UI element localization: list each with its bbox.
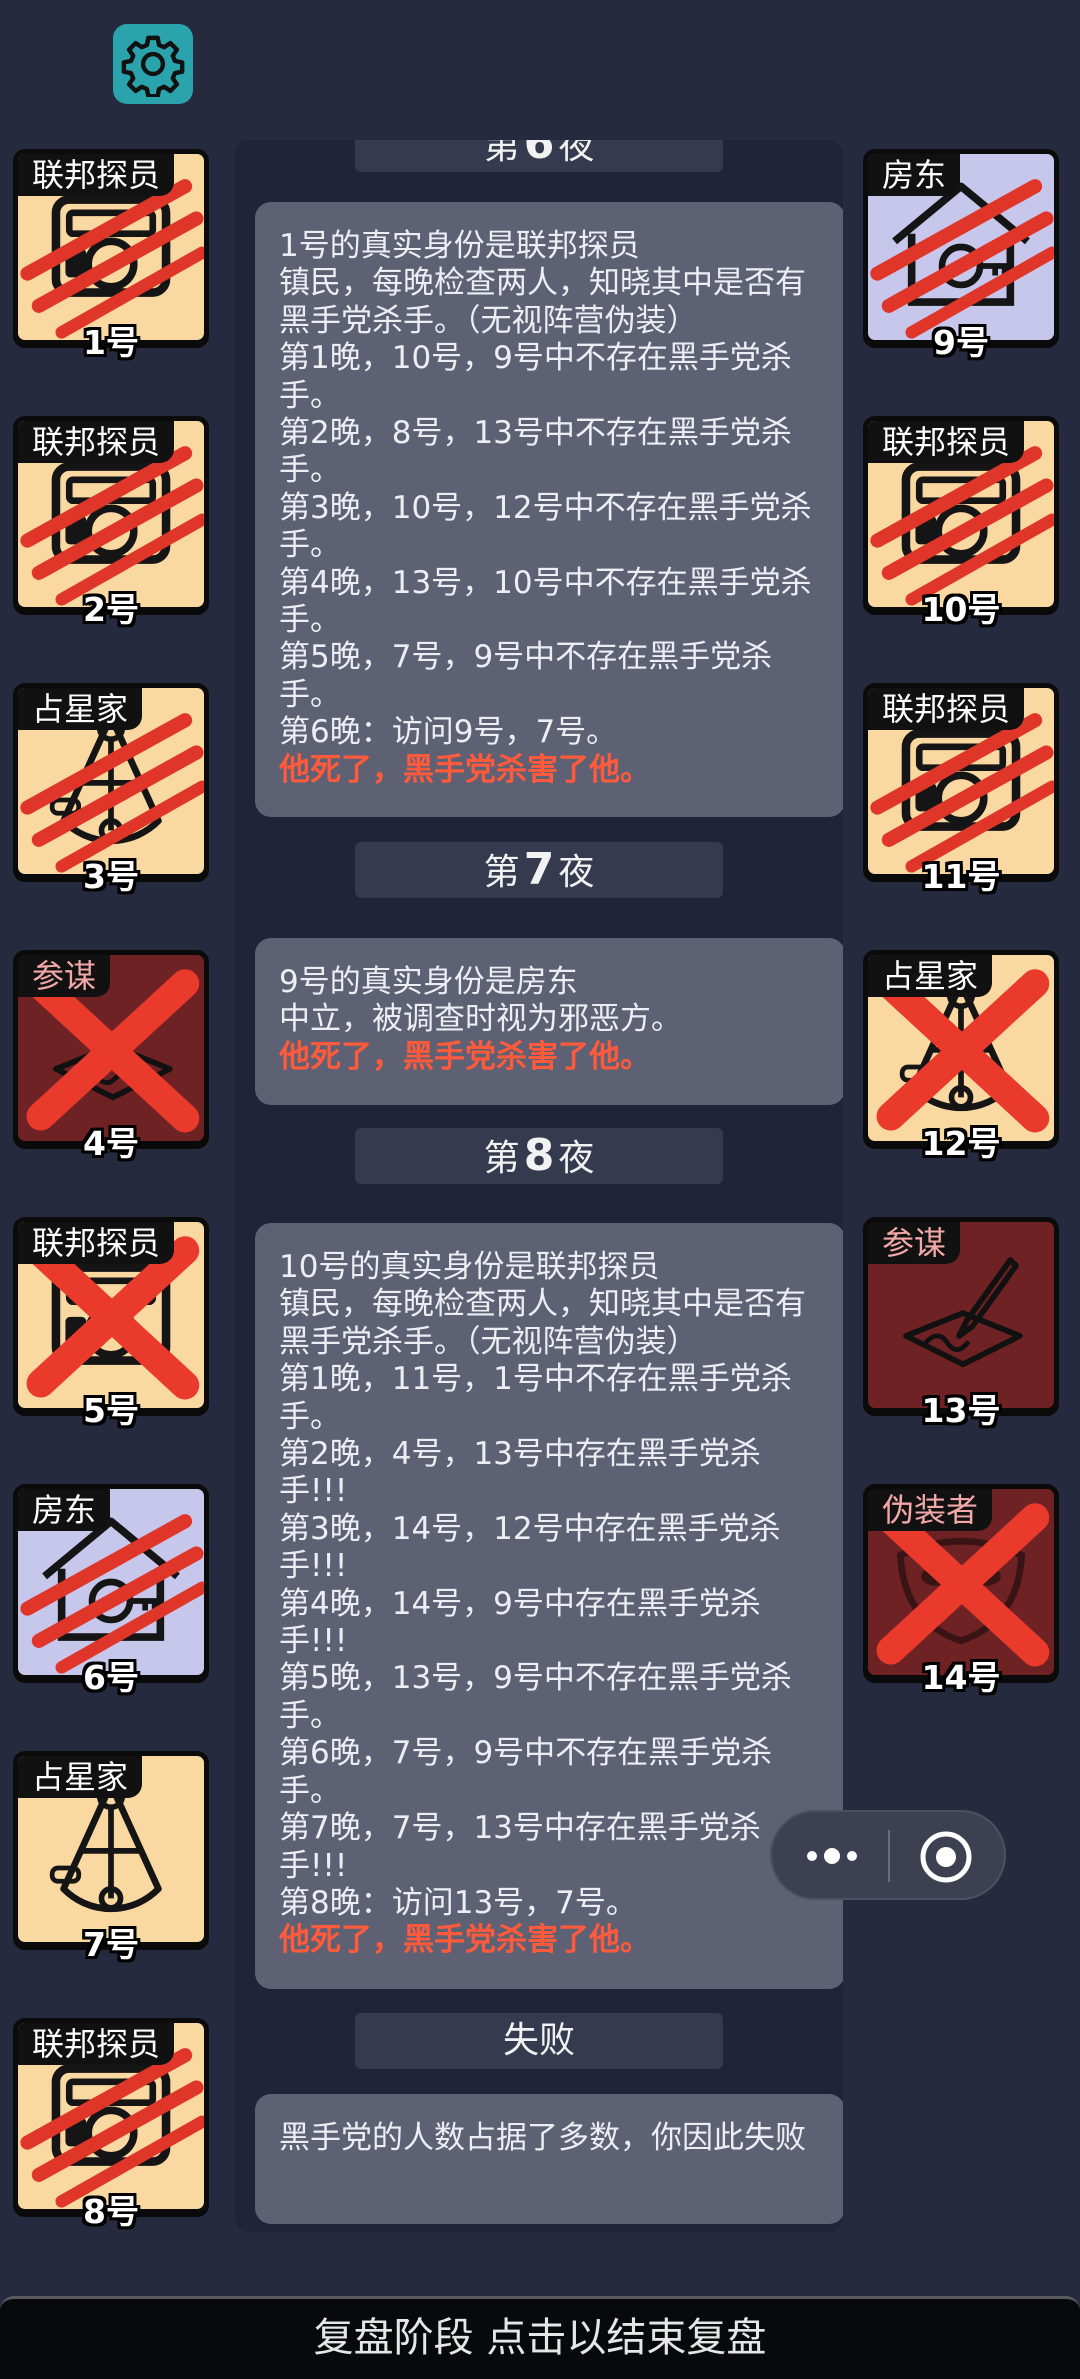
- player-number: 2号: [83, 590, 139, 629]
- log-line: 10号的真实身份是联邦探员: [279, 1249, 660, 1285]
- player-number: 8号: [83, 2192, 139, 2231]
- log-line: 第5晚，7号，9号中不存在黑手党杀手。: [279, 639, 773, 713]
- role-label: 联邦探员: [868, 421, 1025, 463]
- miniapp-capsule: [770, 1810, 1006, 1900]
- player-card-9号[interactable]: 房东 9号: [853, 144, 1059, 362]
- end-review-label: 复盘阶段 点击以结束复盘: [313, 2315, 767, 2361]
- player-card-2号[interactable]: 联邦探员 2号: [3, 411, 209, 629]
- player-number: 9号: [933, 323, 989, 362]
- role-label: 联邦探员: [868, 688, 1025, 730]
- log-line: 1号的真实身份是联邦探员: [279, 228, 640, 264]
- log-line: 第7晚，7号，13号中存在黑手党杀手!!!: [279, 1810, 761, 1884]
- log-line: 第6晚，7号，9号中不存在黑手党杀手。: [279, 1735, 773, 1809]
- role-label: 参谋: [18, 955, 111, 997]
- player-card-1号[interactable]: 联邦探员 1号: [3, 144, 209, 362]
- result-box: 黑手党的人数占据了多数，你因此失败: [255, 2094, 843, 2224]
- player-number: 10号: [921, 590, 1001, 629]
- end-review-button[interactable]: 复盘阶段 点击以结束复盘: [0, 2296, 1080, 2379]
- player-number: 12号: [921, 1124, 1001, 1163]
- log-line: 镇民，每晚检查两人，知晓其中是否有黑手党杀手。（无视阵营伪装）: [279, 265, 806, 339]
- player-card-8号[interactable]: 联邦探员 8号: [3, 2013, 209, 2231]
- night-7-header: 第7 夜: [355, 842, 723, 898]
- target-close-icon[interactable]: [918, 1829, 974, 1885]
- log-line: 第4晚，14号，9号中存在黑手党杀手!!!: [279, 1585, 761, 1660]
- result-header: 失败: [355, 2013, 723, 2069]
- role-label: 联邦探员: [18, 2023, 175, 2065]
- gear-icon: [121, 35, 185, 97]
- player-number: 6号: [83, 1658, 139, 1697]
- player-card-11号[interactable]: 联邦探员 11号: [853, 678, 1059, 896]
- player-card-10号[interactable]: 联邦探员 10号: [853, 411, 1059, 629]
- log-lines: 10号的真实身份是联邦探员 镇民，每晚检查两人，知晓其中是否有黑手党杀手。（无视阵…: [279, 1249, 825, 1922]
- player-card-4号[interactable]: 参谋 4号: [3, 945, 209, 1163]
- player-card-7号[interactable]: 占星家 7号: [3, 1746, 209, 1964]
- more-dots-icon[interactable]: [792, 1832, 872, 1880]
- log-line: 中立，被调查时视为邪恶方。: [279, 1001, 682, 1038]
- death-text: 他死了，黑手党杀害了他。: [279, 751, 651, 788]
- log-line: 第1晚，11号，1号中不存在黑手党杀手。: [279, 1361, 792, 1435]
- player-card-5号[interactable]: 联邦探员 5号: [3, 1212, 209, 1430]
- player-number: 1号: [83, 323, 139, 362]
- capsule-divider: [888, 1830, 890, 1882]
- night-6-header: 第6 夜: [355, 140, 723, 172]
- log-lines: 9号的真实身份是房东 中立，被调查时视为邪恶方。: [279, 964, 825, 1039]
- log-entry-night-8: 10号的真实身份是联邦探员 镇民，每晚检查两人，知晓其中是否有黑手党杀手。（无视阵…: [255, 1223, 843, 1989]
- review-log-panel[interactable]: 第6 夜 1号的真实身份是联邦探员 镇民，每晚检查两人，知晓其中是否有黑手党杀手。（…: [235, 140, 843, 2232]
- player-card-12号[interactable]: 占星家 12号: [853, 945, 1059, 1163]
- log-line: 第3晚，10号，12号中不存在黑手党杀手。: [279, 489, 812, 564]
- role-label: 伪装者: [868, 1489, 993, 1531]
- settings-button[interactable]: [113, 24, 193, 104]
- log-line: 第1晚，10号，9号中不存在黑手党杀手。: [279, 340, 792, 414]
- log-line: 第4晚，13号，10号中不存在黑手党杀手。: [279, 564, 812, 639]
- log-line: 9号的真实身份是房东: [279, 964, 578, 1000]
- log-entry-night-7: 9号的真实身份是房东 中立，被调查时视为邪恶方。 他死了，黑手党杀害了他。: [255, 938, 843, 1105]
- log-line: 第5晚，13号，9号中不存在黑手党杀手。: [279, 1660, 792, 1734]
- log-line: 第6晚：访问9号，7号。: [279, 714, 618, 751]
- player-number: 5号: [83, 1391, 139, 1430]
- log-entry-night-6: 1号的真实身份是联邦探员 镇民，每晚检查两人，知晓其中是否有黑手党杀手。（无视阵营…: [255, 202, 843, 817]
- player-number: 14号: [921, 1658, 1001, 1697]
- result-text: 黑手党的人数占据了多数，你因此失败: [279, 2120, 806, 2156]
- player-number: 11号: [921, 857, 1001, 896]
- role-label: 参谋: [868, 1222, 961, 1264]
- log-line: 镇民，每晚检查两人，知晓其中是否有黑手党杀手。（无视阵营伪装）: [279, 1286, 806, 1360]
- player-card-13号[interactable]: 参谋 13号: [853, 1212, 1059, 1430]
- log-line: 第8晚：访问13号，7号。: [279, 1884, 637, 1921]
- player-number: 7号: [83, 1925, 139, 1964]
- role-label: 房东: [868, 154, 961, 196]
- player-card-6号[interactable]: 房东 6号: [3, 1479, 209, 1697]
- player-card-3号[interactable]: 占星家 3号: [3, 678, 209, 896]
- role-label: 占星家: [18, 688, 143, 730]
- log-line: 第3晚，14号，12号中存在黑手党杀手!!!: [279, 1510, 781, 1585]
- log-line: 第2晚，4号，13号中存在黑手党杀手!!!: [279, 1436, 761, 1510]
- player-number: 13号: [921, 1391, 1001, 1430]
- player-card-14号[interactable]: 伪装者 14号: [853, 1479, 1059, 1697]
- role-label: 房东: [18, 1489, 111, 1531]
- role-label: 联邦探员: [18, 1222, 175, 1264]
- player-number: 4号: [83, 1124, 139, 1163]
- role-label: 占星家: [18, 1756, 143, 1798]
- player-number: 3号: [83, 857, 139, 896]
- log-lines: 1号的真实身份是联邦探员 镇民，每晚检查两人，知晓其中是否有黑手党杀手。（无视阵营…: [279, 228, 825, 752]
- log-line: 第2晚，8号，13号中不存在黑手党杀手。: [279, 415, 792, 489]
- night-8-header: 第8 夜: [355, 1128, 723, 1184]
- role-label: 占星家: [868, 955, 993, 997]
- role-label: 联邦探员: [18, 154, 175, 196]
- role-label: 联邦探员: [18, 421, 175, 463]
- death-text: 他死了，黑手党杀害了他。: [279, 1038, 651, 1075]
- death-text: 他死了，黑手党杀害了他。: [279, 1922, 651, 1959]
